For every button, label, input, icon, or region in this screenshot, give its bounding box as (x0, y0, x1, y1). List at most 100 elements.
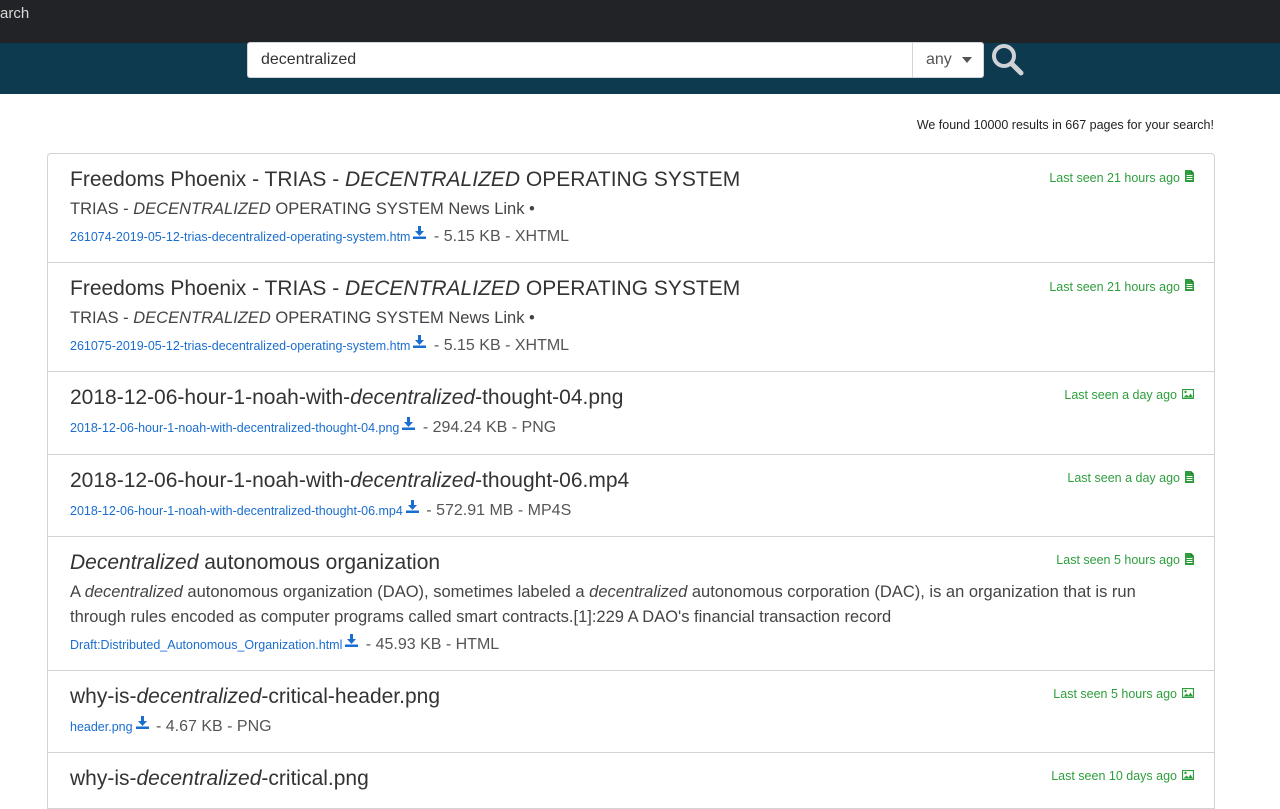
file-size-type: - 294.24 KB - PNG (418, 419, 557, 437)
caret-down-icon (961, 57, 972, 63)
result-title-pre: why-is- (70, 767, 137, 791)
result-title-match: decentralized (350, 386, 476, 410)
result-meta: 2018-12-06-hour-1-noah-with-decentralize… (70, 498, 1192, 524)
last-seen: Last seen 21 hours ago (1049, 279, 1194, 294)
result-meta: 261074-2019-05-12-trias-decentralized-op… (70, 224, 1192, 250)
top-navbar: arch (0, 0, 1280, 43)
last-seen-text: Last seen a day ago (1067, 471, 1180, 486)
download-icon[interactable] (405, 496, 419, 522)
result-title-match: decentralized (350, 468, 476, 492)
result-title-pre: why-is- (70, 685, 137, 709)
result-title-match: DECENTRALIZED (345, 277, 521, 301)
filter-dropdown[interactable]: any (912, 42, 984, 78)
result-title[interactable]: Decentralized autonomous organization (70, 550, 1192, 576)
result-card: Decentralized autonomous organization A d… (47, 536, 1215, 672)
file-link[interactable]: 261074-2019-05-12-trias-decentralized-op… (70, 230, 410, 244)
result-snippet: TRIAS - DECENTRALIZED OPERATING SYSTEM N… (70, 306, 1192, 331)
snippet-match: DECENTRALIZED (133, 309, 271, 328)
result-card: Freedoms Phoenix - TRIAS - DECENTRALIZED… (47, 153, 1215, 264)
file-icon (1180, 279, 1194, 294)
image-icon (1177, 769, 1195, 783)
image-icon (1177, 388, 1195, 402)
snippet-pre: A (70, 582, 85, 601)
result-title[interactable]: 2018-12-06-hour-1-noah-with-decentralize… (70, 468, 1192, 494)
result-title-post: -thought-06.mp4 (475, 468, 630, 492)
result-title-match: decentralized (136, 685, 262, 709)
result-title-match: DECENTRALIZED (345, 168, 521, 191)
file-size-type: - 572.91 MB - MP4S (421, 501, 572, 519)
last-seen: Last seen 10 days ago (1051, 769, 1195, 784)
result-title-post: -critical-header.png (261, 685, 441, 709)
last-seen-text: Last seen 21 hours ago (1049, 279, 1180, 294)
file-icon (1180, 552, 1194, 568)
snippet-pre: TRIAS - (70, 309, 134, 328)
snippet-pre: TRIAS - (70, 200, 134, 218)
download-icon[interactable] (135, 712, 149, 738)
result-title-post: OPERATING SYSTEM (520, 168, 741, 191)
snippet-post: OPERATING SYSTEM News Link • (270, 200, 535, 218)
download-icon[interactable] (345, 630, 359, 656)
results-list: Freedoms Phoenix - TRIAS - DECENTRALIZED… (47, 153, 1215, 809)
file-size-type: - 4.67 KB - PNG (151, 718, 272, 736)
last-seen-text: Last seen 5 hours ago (1056, 553, 1180, 568)
snippet-match-2: decentralized (589, 582, 688, 601)
filter-dropdown-value: any (926, 51, 952, 68)
file-size-type: - 45.93 KB - HTML (361, 636, 500, 654)
download-icon[interactable] (413, 222, 427, 248)
result-title-post: -critical.png (261, 767, 369, 791)
last-seen: Last seen 21 hours ago (1049, 170, 1194, 185)
results-summary: We found 10000 results in 667 pages for … (916, 118, 1214, 132)
result-title-pre: Freedoms Phoenix - TRIAS - (70, 277, 346, 301)
result-card: 2018-12-06-hour-1-noah-with-decentralize… (47, 454, 1215, 537)
result-title-pre: 2018-12-06-hour-1-noah-with- (70, 468, 351, 492)
file-link[interactable]: 2018-12-06-hour-1-noah-with-decentralize… (70, 422, 399, 436)
result-card: why-is-decentralized-critical.png Last se… (47, 753, 1215, 809)
snippet-match: DECENTRALIZED (133, 200, 271, 218)
search-icon (992, 44, 1024, 76)
search-input[interactable] (247, 42, 913, 78)
result-meta: Draft:Distributed_Autonomous_Organizatio… (70, 632, 1192, 658)
result-card: 2018-12-06-hour-1-noah-with-decentralize… (47, 372, 1215, 455)
result-title[interactable]: why-is-decentralized-critical.png (70, 766, 1192, 792)
snippet-post: OPERATING SYSTEM News Link • (270, 309, 535, 328)
result-title-pre: Freedoms Phoenix - TRIAS - (70, 168, 346, 191)
result-title-post: autonomous organization (198, 550, 441, 574)
file-icon (1180, 470, 1194, 486)
file-link[interactable]: 261075-2019-05-12-trias-decentralized-op… (70, 339, 410, 353)
last-seen-text: Last seen 10 days ago (1051, 769, 1177, 784)
snippet-mid: autonomous organization (DAO), sometimes… (182, 582, 590, 601)
result-title-match: Decentralized (70, 550, 199, 574)
last-seen: Last seen a day ago (1064, 388, 1195, 403)
last-seen-text: Last seen 21 hours ago (1049, 170, 1180, 185)
download-icon[interactable] (402, 413, 416, 439)
result-snippet: TRIAS - DECENTRALIZED OPERATING SYSTEM N… (70, 197, 1192, 222)
result-meta: 2018-12-06-hour-1-noah-with-decentralize… (70, 415, 1192, 441)
file-size-type: - 5.15 KB - XHTML (429, 337, 570, 355)
result-meta: header.png - 4.67 KB - PNG (70, 714, 1192, 740)
file-link[interactable]: 2018-12-06-hour-1-noah-with-decentralize… (70, 504, 403, 518)
last-seen: Last seen 5 hours ago (1053, 687, 1195, 701)
result-snippet: A decentralized autonomous organization … (70, 580, 1192, 630)
result-meta: 261075-2019-05-12-trias-decentralized-op… (70, 333, 1192, 359)
search-button[interactable] (990, 42, 1024, 76)
file-link[interactable]: header.png (70, 720, 133, 734)
result-title[interactable]: 2018-12-06-hour-1-noah-with-decentralize… (70, 385, 1192, 411)
brand-text[interactable]: arch (0, 4, 29, 24)
file-size-type: - 5.15 KB - XHTML (429, 228, 570, 246)
result-title-post: OPERATING SYSTEM (520, 277, 741, 301)
file-link[interactable]: Draft:Distributed_Autonomous_Organizatio… (70, 638, 342, 652)
result-title[interactable]: Freedoms Phoenix - TRIAS - DECENTRALIZED… (70, 276, 1192, 302)
result-title[interactable]: why-is-decentralized-critical-header.png (70, 684, 1192, 710)
download-icon[interactable] (413, 331, 427, 357)
file-icon (1180, 170, 1194, 185)
snippet-match: decentralized (84, 582, 183, 601)
last-seen: Last seen a day ago (1067, 470, 1194, 486)
result-card: why-is-decentralized-critical-header.png… (47, 671, 1215, 754)
result-title-post: -thought-04.png (475, 386, 624, 410)
result-title-match: decentralized (136, 767, 262, 791)
result-card: Freedoms Phoenix - TRIAS - DECENTRALIZED… (47, 263, 1215, 373)
result-title-pre: 2018-12-06-hour-1-noah-with- (70, 386, 351, 410)
last-seen-text: Last seen a day ago (1064, 388, 1177, 403)
last-seen: Last seen 5 hours ago (1056, 552, 1194, 568)
result-title[interactable]: Freedoms Phoenix - TRIAS - DECENTRALIZED… (70, 167, 1192, 193)
